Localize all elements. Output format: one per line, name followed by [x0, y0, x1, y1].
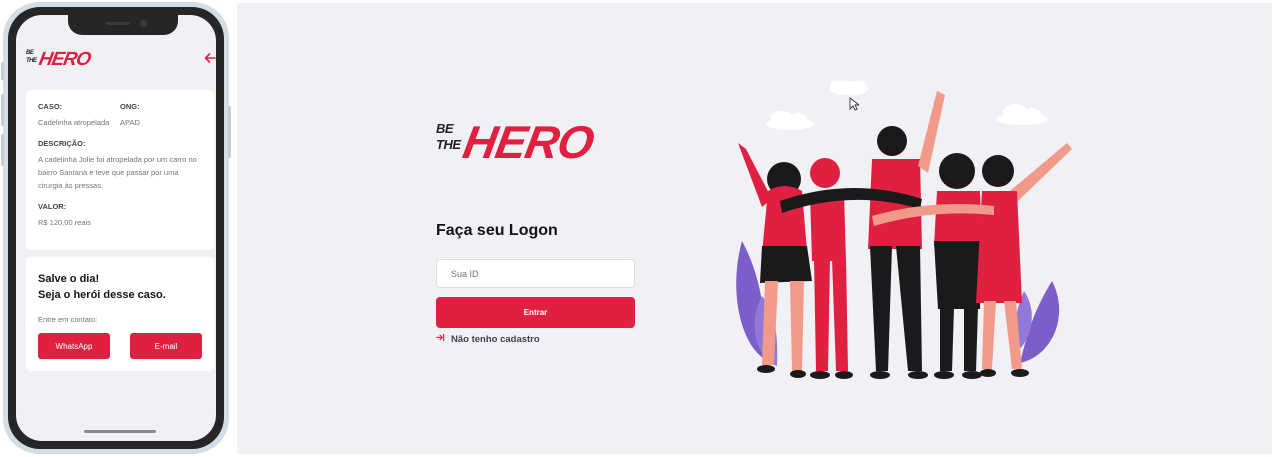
be-the-hero-logo: BE THE HERO — [26, 49, 92, 73]
logo-the: THE — [436, 137, 461, 152]
phone-side-button — [1, 134, 4, 166]
log-in-icon — [436, 333, 445, 345]
ong-label: ONG: — [120, 102, 140, 111]
cloud-shapes — [766, 81, 1048, 130]
id-input[interactable] — [436, 259, 635, 288]
description-label: DESCRIÇÃO: — [38, 139, 86, 148]
phone-notch — [68, 15, 178, 35]
speaker — [106, 22, 130, 25]
whatsapp-button[interactable]: WhatsApp — [38, 333, 110, 359]
be-the-hero-logo: BE THE HERO — [436, 115, 597, 171]
logo-the: THE — [26, 58, 37, 64]
case-block: CASO: Cadelinha atropelada — [38, 102, 120, 129]
arrow-left-icon[interactable] — [204, 51, 216, 67]
description-value: A cadelinha Jolie foi atropelada por um … — [38, 155, 197, 190]
heroes-illustration — [736, 81, 1072, 379]
logon-page: BE THE HERO Faça seu Logon Entrar Não te… — [237, 3, 1272, 454]
phone-side-button — [1, 62, 4, 80]
logo-be: BE — [436, 121, 454, 136]
contact-prompt: Entre em contato: — [38, 315, 98, 324]
case-value: Cadelinha atropelada — [38, 118, 110, 127]
phone-bezel: BE THE HERO CASO: Cadelinha atropelada O… — [8, 7, 224, 449]
ong-value: APAD — [120, 118, 140, 127]
incident-row: CASO: Cadelinha atropelada ONG: APAD — [38, 102, 202, 129]
home-indicator — [84, 430, 156, 433]
incident-card: CASO: Cadelinha atropelada ONG: APAD DES… — [26, 90, 214, 250]
logo-hero: HERO — [459, 116, 598, 168]
mobile-header: BE THE HERO — [26, 49, 216, 75]
value-label: VALOR: — [38, 202, 67, 211]
phone-side-button — [1, 94, 4, 126]
ong-block: ONG: APAD — [120, 102, 202, 129]
composite-screenshot: BE THE HERO CASO: Cadelinha atropelada O… — [0, 0, 1280, 457]
enter-button[interactable]: Entrar — [436, 297, 635, 328]
contact-heading-line1: Salve o dia! — [38, 273, 100, 285]
contact-buttons: WhatsApp E-mail — [38, 333, 202, 359]
value-value: R$ 120,00 reais — [38, 218, 91, 227]
email-button[interactable]: E-mail — [130, 333, 202, 359]
phone-side-button — [228, 106, 231, 158]
register-link[interactable]: Não tenho cadastro — [436, 333, 540, 345]
case-label: CASO: — [38, 102, 63, 111]
logon-title: Faça seu Logon — [436, 222, 558, 239]
phone-mockup: BE THE HERO CASO: Cadelinha atropelada O… — [1, 2, 231, 454]
logo-be: BE — [26, 50, 34, 56]
contact-card: Salve o dia! Seja o herói desse caso. En… — [26, 257, 214, 371]
contact-heading-line2: Seja o herói desse caso. — [38, 289, 166, 301]
register-label: Não tenho cadastro — [451, 333, 540, 345]
logo-hero: HERO — [37, 49, 92, 70]
phone-screen: BE THE HERO CASO: Cadelinha atropelada O… — [16, 15, 216, 441]
camera — [140, 20, 147, 27]
